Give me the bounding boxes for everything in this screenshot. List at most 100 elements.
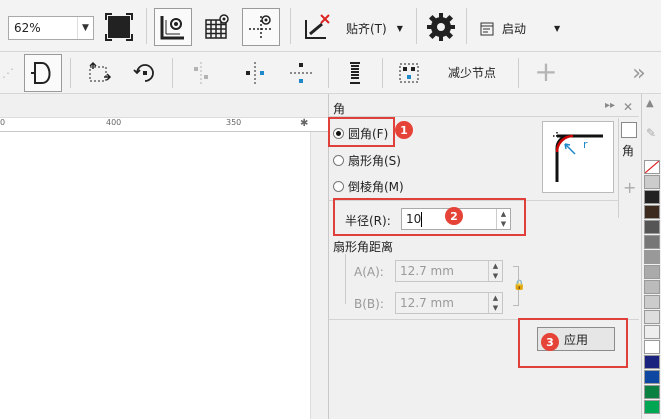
reflect-horizontal-button[interactable]	[236, 54, 274, 92]
align-nodes-icon	[194, 62, 208, 84]
palette-arrow-icon[interactable]: ▲	[646, 98, 654, 109]
snap-off-button[interactable]	[298, 8, 336, 46]
a-distance-label: A(A):	[354, 265, 384, 279]
snap-to-label: 贴齐(T)	[346, 22, 387, 36]
spin-down-icon[interactable]: ▼	[493, 304, 498, 312]
elastic-mode-icon	[350, 62, 360, 84]
palette-swatch[interactable]	[644, 190, 660, 204]
show-guidelines-button[interactable]	[242, 8, 280, 46]
elastic-mode-button[interactable]	[336, 54, 374, 92]
ruler-origin-icon[interactable]: ✱	[300, 118, 308, 129]
palette-swatch[interactable]	[644, 325, 660, 339]
palette-swatch[interactable]	[644, 250, 660, 264]
spin-down-icon[interactable]: ▼	[493, 272, 498, 280]
no-color-icon	[644, 160, 660, 174]
palette-swatch[interactable]	[644, 235, 660, 249]
separator	[518, 58, 519, 88]
color-palette: ▲ ✎	[641, 94, 661, 419]
palette-swatch[interactable]	[644, 295, 660, 309]
highlight-box-round-corner	[328, 117, 395, 147]
radio-icon[interactable]	[333, 181, 344, 192]
spin-up-icon[interactable]: ▲	[493, 294, 498, 302]
palette-swatch[interactable]	[644, 205, 660, 219]
step-badge: 3	[541, 333, 559, 351]
ruler-tick: 0	[0, 118, 6, 127]
spin-arrows[interactable]: ▲ ▼	[488, 293, 502, 313]
full-screen-icon	[105, 13, 133, 41]
corner-preview: r	[542, 121, 614, 193]
stretch-scale-nodes-button[interactable]	[80, 54, 118, 92]
zoom-level-select[interactable]: 62% ▼	[8, 16, 94, 40]
corner-type-chamfer[interactable]: 倒棱角(M)	[333, 178, 404, 195]
palette-swatch[interactable]	[644, 280, 660, 294]
add-tab-icon[interactable]: +	[623, 178, 636, 197]
a-distance-value: 12.7 mm	[400, 264, 454, 278]
corner-tab-icon[interactable]	[621, 122, 637, 138]
b-distance-input[interactable]: 12.7 mm ▲ ▼	[395, 292, 503, 314]
snap-off-icon	[305, 14, 330, 39]
full-screen-preview-button[interactable]	[100, 8, 138, 46]
b-distance-label: B(B):	[354, 297, 384, 311]
reduce-nodes-button[interactable]: 减少节点	[448, 64, 496, 81]
show-rulers-button[interactable]	[154, 8, 192, 46]
palette-swatch[interactable]	[644, 385, 660, 399]
property-bar: 62% ▼ 贴齐(T) ▼ 启动 ▼	[0, 0, 661, 52]
rotate-nodes-icon	[133, 64, 154, 82]
spin-up-icon[interactable]: ▲	[493, 262, 498, 270]
palette-swatch[interactable]	[644, 175, 660, 189]
lock-icon[interactable]: 🔒	[513, 280, 525, 291]
palette-swatch[interactable]	[644, 370, 660, 384]
extract-subpath-icon[interactable]: ⋰	[0, 58, 16, 88]
separator	[328, 58, 329, 88]
canvas-tab-strip	[0, 94, 328, 118]
corner-tab-label-icon[interactable]: 角	[622, 142, 634, 159]
palette-swatch[interactable]	[644, 400, 660, 414]
snap-to-menu[interactable]: 贴齐(T) ▼	[346, 20, 403, 37]
a-distance-input[interactable]: 12.7 mm ▲ ▼	[395, 260, 503, 282]
to-curve-button[interactable]	[24, 54, 62, 92]
radio-icon[interactable]	[333, 155, 344, 166]
app-window-icon	[480, 22, 494, 35]
launch-menu[interactable]: 启动 ▼	[480, 20, 560, 37]
palette-swatch[interactable]	[644, 220, 660, 234]
ruler-tick: 350	[226, 118, 242, 127]
step-badge: 1	[395, 121, 413, 139]
bracket-line	[345, 254, 346, 304]
horizontal-ruler[interactable]: 0 400 350 ✱	[0, 118, 328, 132]
separator	[382, 58, 383, 88]
corner-type-scallop[interactable]: 扇形角(S)	[333, 152, 401, 169]
guidelines-icon	[249, 15, 273, 40]
select-all-nodes-button[interactable]	[390, 54, 428, 92]
separator	[146, 8, 147, 44]
eyedropper-icon[interactable]: ✎	[646, 126, 656, 140]
options-button[interactable]	[422, 8, 460, 46]
expand-arrows-icon[interactable]: ▸▸	[605, 100, 615, 111]
highlight-box-apply	[518, 318, 628, 368]
show-grid-button[interactable]	[198, 8, 236, 46]
chevron-right-double-icon[interactable]: »	[626, 58, 652, 88]
add-plus-icon[interactable]: +	[532, 55, 560, 88]
separator	[290, 8, 291, 44]
step-badge: 2	[445, 207, 463, 225]
palette-swatch[interactable]	[644, 160, 660, 174]
chevron-down-icon[interactable]: ▼	[77, 17, 93, 39]
stretch-nodes-icon	[89, 61, 112, 82]
highlight-box-radius	[333, 198, 526, 236]
reflect-vertical-button[interactable]	[282, 54, 320, 92]
vertical-scrollbar[interactable]	[310, 132, 328, 419]
corner-type-label: 扇形角(S)	[348, 154, 401, 168]
palette-swatch[interactable]	[644, 355, 660, 369]
spin-arrows[interactable]: ▲ ▼	[488, 261, 502, 281]
close-icon[interactable]: ✕	[623, 100, 633, 114]
rotate-skew-nodes-button[interactable]	[126, 54, 164, 92]
docker-title: 角	[333, 102, 346, 116]
grid-icon	[205, 14, 229, 39]
corner-type-label: 倒棱角(M)	[348, 180, 404, 194]
palette-swatch[interactable]	[644, 265, 660, 279]
drawing-canvas[interactable]	[0, 132, 310, 419]
b-distance-value: 12.7 mm	[400, 296, 454, 310]
palette-swatch[interactable]	[644, 310, 660, 324]
select-nodes-icon	[399, 63, 419, 83]
docker-side-tabs: 角 +	[618, 118, 640, 218]
palette-swatch[interactable]	[644, 340, 660, 354]
